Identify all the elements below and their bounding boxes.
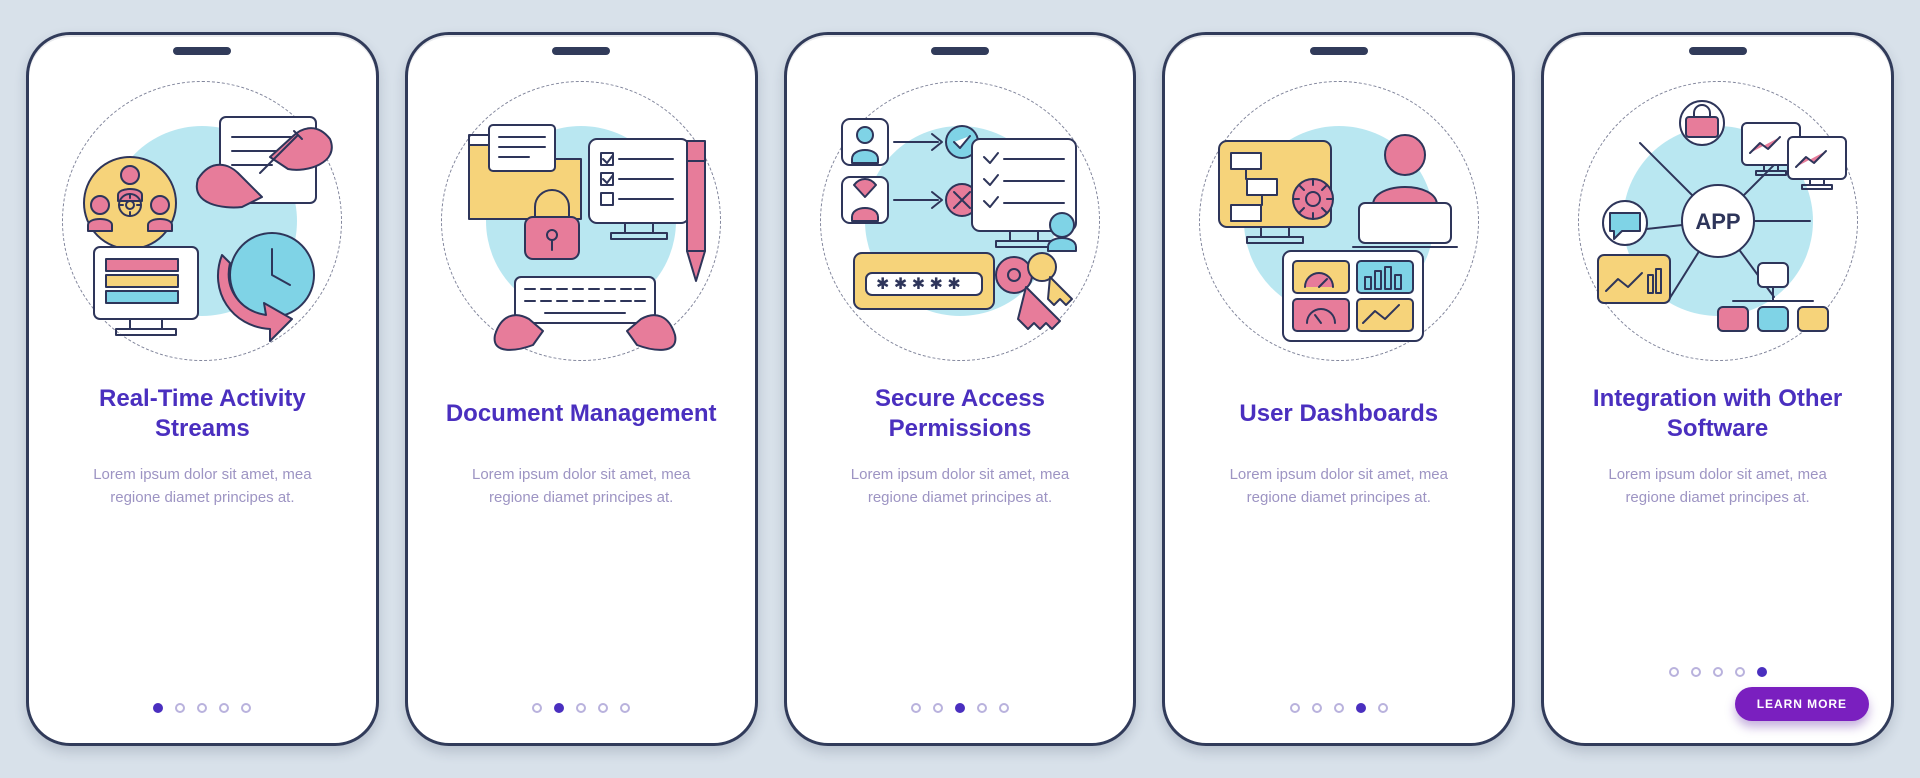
chart-node-icon [1594,251,1674,311]
screen-title: Real-Time Activity Streams [29,383,376,445]
hands-writing-icon [190,109,330,229]
page-dot-4[interactable] [598,703,608,713]
document-management-illustration [441,81,721,361]
page-dot-5[interactable] [999,703,1009,713]
page-dot-5[interactable] [1757,667,1767,677]
screen-title: Secure Access Permissions [787,383,1134,445]
page-indicator [1544,667,1891,677]
page-dot-1[interactable] [532,703,542,713]
page-dot-3[interactable] [197,703,207,713]
page-indicator [787,703,1134,713]
phone-notch [173,47,231,55]
page-dot-3[interactable] [955,703,965,713]
page-dot-5[interactable] [620,703,630,713]
keyboard-hands-icon [495,271,675,351]
screen-body: Lorem ipsum dolor sit amet, mea regione … [29,463,376,510]
page-dot-4[interactable] [1735,667,1745,677]
flowchart-monitor-icon [1215,135,1345,255]
secure-access-illustration: ✱ ✱ ✱ ✱ ✱ [820,81,1100,361]
briefcase-icon [1674,99,1730,147]
screen-body: Lorem ipsum dolor sit amet, mea regione … [787,463,1134,510]
page-dot-1[interactable] [911,703,921,713]
page-dot-2[interactable] [554,703,564,713]
page-dot-1[interactable] [1669,667,1679,677]
screen-body: Lorem ipsum dolor sit amet, mea regione … [1165,463,1512,510]
phone-notch [931,47,989,55]
page-dot-5[interactable] [1378,703,1388,713]
team-icon [80,153,180,253]
screen-body: Lorem ipsum dolor sit amet, mea regione … [408,463,755,510]
person-laptop-icon [1339,125,1469,255]
user-dashboards-illustration [1199,81,1479,361]
onboarding-screen-secure-access: ✱ ✱ ✱ ✱ ✱ Secure Access Permissions Lore… [784,32,1137,746]
onboarding-screen-document-management: Document Management Lorem ipsum dolor si… [405,32,758,746]
integration-illustration: APP [1578,81,1858,361]
padlock-icon [517,187,587,267]
pen-icon [671,141,721,291]
page-dot-4[interactable] [1356,703,1366,713]
app-label: APP [1695,209,1740,234]
page-dot-2[interactable] [1691,667,1701,677]
checklist-monitor-icon [968,133,1088,263]
page-indicator [29,703,376,713]
screen-body: Lorem ipsum dolor sit amet, mea regione … [1544,463,1891,510]
page-dot-3[interactable] [576,703,586,713]
svg-text:✱ ✱ ✱ ✱ ✱: ✱ ✱ ✱ ✱ ✱ [876,276,961,293]
phone-notch [552,47,610,55]
screen-title: Integration with Other Software [1544,383,1891,445]
page-dot-4[interactable] [977,703,987,713]
monitor-books-icon [86,241,216,351]
page-dot-1[interactable] [1290,703,1300,713]
onboarding-stage: Real-Time Activity Streams Lorem ipsum d… [0,0,1920,778]
learn-more-button[interactable]: LEARN MORE [1735,687,1869,721]
org-nodes-icon [1708,259,1838,349]
page-dot-4[interactable] [219,703,229,713]
onboarding-screen-activity-streams: Real-Time Activity Streams Lorem ipsum d… [26,32,379,746]
page-dot-2[interactable] [175,703,185,713]
phone-notch [1689,47,1747,55]
onboarding-screen-integration: APP Integration with Other Software Lore… [1541,32,1894,746]
page-dot-3[interactable] [1713,667,1723,677]
page-indicator [1165,703,1512,713]
page-dot-5[interactable] [241,703,251,713]
app-node-icon: APP [1680,183,1756,259]
screen-title: Document Management [420,383,743,445]
user-allow-icon [840,117,980,167]
dashboard-widgets-icon [1279,247,1429,347]
keys-icon [980,249,1080,349]
page-indicator [408,703,755,713]
page-dot-3[interactable] [1334,703,1344,713]
clock-arrow-icon [212,219,322,329]
chat-bubble-icon [1598,199,1652,249]
page-dot-1[interactable] [153,703,163,713]
page-dot-2[interactable] [933,703,943,713]
page-dot-2[interactable] [1312,703,1322,713]
phone-notch [1310,47,1368,55]
activity-streams-illustration [62,81,342,361]
onboarding-screen-user-dashboards: User Dashboards Lorem ipsum dolor sit am… [1162,32,1515,746]
screen-title: User Dashboards [1213,383,1464,445]
user-deny-icon [840,175,980,225]
